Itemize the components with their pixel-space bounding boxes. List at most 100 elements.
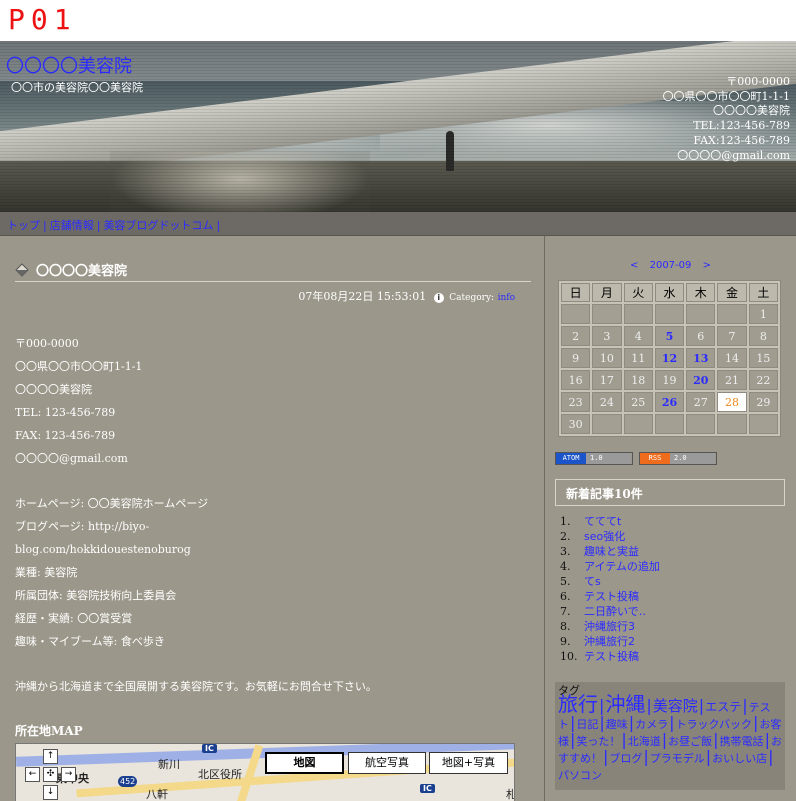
recent-post-link[interactable]: てててt	[584, 515, 621, 528]
calendar-day-link[interactable]: 5	[654, 326, 685, 346]
entry-body: 〒000-0000 〇〇県〇〇市〇〇町1-1-1 〇〇〇〇美容院 TEL: 12…	[15, 332, 515, 698]
tag-link[interactable]: エステ	[705, 700, 741, 714]
tag-link[interactable]: 美容院	[653, 697, 698, 715]
calendar-day: 17	[592, 370, 622, 390]
tag-link[interactable]: 携帯電話	[720, 735, 764, 748]
recent-post-item: 10. テスト投稿	[560, 650, 639, 663]
recent-post-link[interactable]: 二日酔いで‥	[584, 605, 646, 618]
category-link[interactable]: info	[498, 293, 515, 303]
recent-post-link[interactable]: アイテムの追加	[584, 560, 660, 573]
calendar-day: 4	[623, 326, 653, 346]
body-tel: TEL: 123-456-789	[15, 406, 116, 419]
recent-post-link[interactable]: てs	[584, 575, 601, 588]
calendar-day: 27	[686, 392, 716, 412]
nav-item-top[interactable]: トップ	[7, 219, 40, 232]
calendar-weekday: 火	[623, 283, 653, 302]
map-type-map-button[interactable]: 地図	[265, 752, 344, 774]
recent-post-link[interactable]: seo強化	[584, 530, 625, 543]
calendar-empty-cell	[654, 304, 685, 324]
calendar-day: 8	[748, 326, 778, 346]
recent-post-link[interactable]: 沖縄旅行2	[584, 635, 635, 648]
pan-up-button[interactable]: ↑	[43, 749, 58, 764]
calendar-day: 6	[686, 326, 716, 346]
tag-link[interactable]: ブログ	[609, 752, 642, 765]
body-zip: 〒000-0000	[15, 337, 79, 350]
header-fax: FAX:123-456-789	[693, 133, 790, 147]
body-fax: FAX: 123-456-789	[15, 429, 116, 442]
calendar-day: 15	[748, 348, 778, 368]
map-type-hybrid-button[interactable]: 地図+写真	[429, 752, 508, 774]
calendar-day: 9	[561, 348, 591, 368]
header-email: 〇〇〇〇@gmail.com	[677, 148, 790, 162]
recent-post-item: 4. アイテムの追加	[560, 560, 660, 573]
diamond-icon	[15, 263, 29, 277]
entry-title[interactable]: 〇〇〇〇美容院	[36, 260, 127, 279]
pan-right-button[interactable]: →	[61, 767, 76, 782]
nav-item-blog[interactable]: 美容ブログドットコム	[103, 219, 213, 232]
recent-post-item: 1. てててt	[560, 515, 622, 528]
calendar-day-link[interactable]: 13	[686, 348, 716, 368]
calendar-empty-cell	[561, 304, 591, 324]
nav-item-shop-info[interactable]: 店舗情報	[50, 219, 94, 232]
calendar-empty-cell	[592, 414, 622, 434]
tag-link[interactable]: 笑った！	[576, 735, 620, 748]
calendar-day-link[interactable]: 26	[654, 392, 685, 412]
calendar-weekday: 土	[748, 283, 778, 302]
calendar-day: 1	[748, 304, 778, 324]
tag-link[interactable]: 日記	[576, 718, 598, 731]
pan-left-button[interactable]: ←	[25, 767, 40, 782]
calendar-day: 7	[717, 326, 747, 346]
tag-link[interactable]: プラモデル	[650, 752, 705, 765]
calendar-day: 3	[592, 326, 622, 346]
header-tel: TEL:123-456-789	[693, 119, 790, 133]
sidebar: < 2007-09 > 日月火水木金土 1 2 3 4 5 6 7 8 9 10 11 12 13 14 1…	[545, 236, 796, 801]
calendar-day: 14	[717, 348, 747, 368]
calendar-weekday: 金	[717, 283, 747, 302]
page-label: P01	[8, 3, 77, 36]
recent-posts-title: 新着記事10件	[555, 479, 785, 506]
body-hobby: 趣味・マイブーム等: 食べ歩き	[15, 635, 165, 648]
calendar-day-link[interactable]: 20	[686, 370, 716, 390]
recent-post-item: 7. 二日酔いで‥	[560, 605, 647, 618]
calendar-day: 29	[748, 392, 778, 412]
header-address: 〇〇県〇〇市〇〇町1-1-1	[662, 89, 790, 103]
calendar-prev-link[interactable]: <	[630, 260, 638, 271]
calendar-day: 23	[561, 392, 591, 412]
recent-post-link[interactable]: 趣味と実益	[584, 545, 639, 558]
header-shop-name: 〇〇〇〇美容院	[713, 104, 790, 118]
tag-link[interactable]: おいしい店	[712, 752, 767, 765]
rss-feed-badge[interactable]: RSS 2.0	[639, 452, 717, 465]
recent-post-link[interactable]: 沖縄旅行3	[584, 620, 635, 633]
recent-post-link[interactable]: テスト投稿	[584, 650, 639, 663]
pan-down-button[interactable]: ↓	[43, 785, 58, 800]
body-blog-page: ブログページ: http://biyo-	[15, 520, 150, 533]
map-place-label: 新川	[158, 758, 180, 771]
ic-marker: IC	[420, 784, 435, 793]
recent-post-item: 8. 沖縄旅行3	[560, 620, 635, 633]
main-content: 〇〇〇〇美容院 07年08月22日 15:53:01 i Category: i…	[0, 236, 545, 801]
tag-link[interactable]: 沖縄	[605, 692, 645, 716]
body-homepage: ホームページ: 〇〇美容院ホームページ	[15, 497, 209, 510]
recent-post-link[interactable]: テスト投稿	[584, 590, 639, 603]
calendar-day-link[interactable]: 12	[654, 348, 685, 368]
location-map[interactable]: IC IC 452 新川 北区役所 東中央 八軒 札 ↑ ← ✣ → ↓ 地図 …	[15, 743, 515, 801]
body-achievements: 経歴・実績: 〇〇賞受賞	[15, 612, 133, 625]
calendar-month-link[interactable]: 2007-09	[650, 260, 692, 271]
calendar-next-link[interactable]: >	[703, 260, 711, 271]
calendar-day: 16	[561, 370, 591, 390]
tag-link[interactable]: パソコン	[558, 769, 602, 782]
calendar-day: 21	[717, 370, 747, 390]
header-zip: 〒000-0000	[726, 75, 790, 88]
map-type-satellite-button[interactable]: 航空写真	[348, 752, 426, 774]
map-place-label: 八軒	[146, 788, 168, 801]
recent-post-item: 6. テスト投稿	[560, 590, 639, 603]
recent-posts-list: 1. てててt 2. seo強化 3. 趣味と実益 4. アイテムの追加 5. てs 6. テスト投稿…	[560, 514, 660, 664]
map-place-label: 札	[506, 786, 514, 801]
atom-feed-badge[interactable]: ATOM 1.0	[555, 452, 633, 465]
pan-center-button[interactable]: ✣	[43, 767, 58, 782]
calendar-empty-cell	[748, 414, 778, 434]
calendar-day: 11	[623, 348, 653, 368]
site-title[interactable]: 〇〇〇〇美容院	[6, 52, 132, 78]
calendar-day: 18	[623, 370, 653, 390]
tag-link[interactable]: 旅行	[558, 692, 598, 716]
